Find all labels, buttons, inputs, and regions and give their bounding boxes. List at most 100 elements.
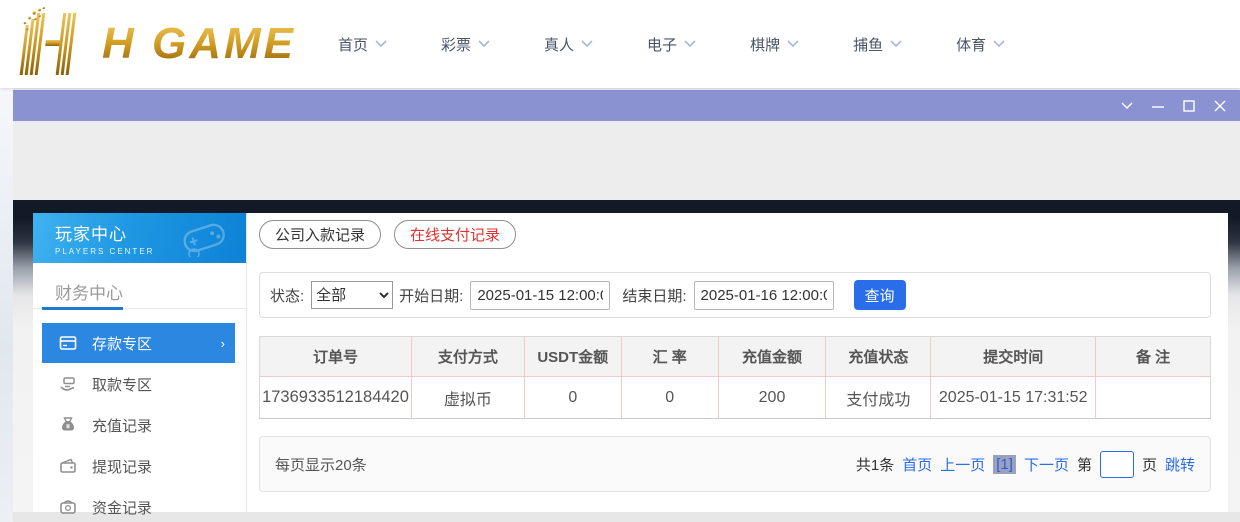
- main-nav: 首页 彩票 真人 电子 棋牌 捕鱼 体育: [338, 0, 1059, 88]
- table-row: 1736933512184420 虚拟币 0 0 200 支付成功 2025-0…: [260, 377, 1211, 419]
- chevron-down-icon: [993, 40, 1005, 48]
- page-left-margin: [0, 88, 13, 522]
- cell-remark: [1096, 377, 1211, 419]
- sidebar-item-recharge-records[interactable]: 充值记录: [42, 405, 235, 445]
- col-recharge-amount: 充值金额: [718, 337, 826, 377]
- nav-label: 首页: [338, 34, 368, 55]
- col-usdt-amount: USDT金额: [524, 337, 621, 377]
- section-underline: [42, 307, 123, 310]
- sidebar-item-deposit[interactable]: 存款专区 ›: [42, 323, 235, 363]
- sidebar-item-label: 存款专区: [92, 333, 152, 354]
- sidebar-section-finance: 财务中心: [33, 263, 246, 309]
- sidebar: 玩家中心 PLAYERS CENTER 财务中心 存款专区 ›: [33, 213, 246, 512]
- tab-label: 公司入款记录: [275, 224, 365, 245]
- tab-online-payment-records[interactable]: 在线支付记录: [394, 220, 516, 249]
- sidebar-item-label: 取款专区: [92, 374, 152, 395]
- minimize-icon[interactable]: [1147, 95, 1169, 117]
- nav-label: 体育: [956, 34, 986, 55]
- tab-company-deposit-records[interactable]: 公司入款记录: [259, 220, 381, 249]
- funds-purse-icon: [59, 498, 77, 516]
- chevron-right-icon: ›: [221, 336, 225, 351]
- logo-bars-icon: [14, 7, 98, 82]
- nav-item-fishing[interactable]: 捕鱼: [853, 34, 902, 55]
- recharge-bag-icon: [59, 416, 77, 434]
- jump-suffix-label: 页: [1142, 454, 1157, 475]
- sidebar-item-withdraw[interactable]: 取款专区: [42, 364, 235, 404]
- sidebar-section-label: 财务中心: [55, 284, 123, 303]
- status-label: 状态:: [270, 285, 304, 306]
- col-order-number: 订单号: [260, 337, 412, 377]
- col-remark: 备 注: [1096, 337, 1211, 377]
- content-panel: 公司入款记录 在线支付记录 状态: 全部 开始日期: 结束日期: 查询 订单号 …: [246, 213, 1228, 512]
- current-page-indicator: [1]: [993, 455, 1016, 474]
- pagination-controls: 共1条 首页 上一页 [1] 下一页 第 页 跳转: [848, 451, 1195, 478]
- start-date-label: 开始日期:: [399, 285, 463, 306]
- first-page-link[interactable]: 首页: [902, 454, 932, 475]
- close-icon[interactable]: [1209, 95, 1231, 117]
- page-size-text: 每页显示20条: [275, 454, 367, 475]
- record-tabs: 公司入款记录 在线支付记录: [259, 220, 529, 249]
- end-date-input[interactable]: [694, 281, 834, 310]
- sidebar-header: 玩家中心 PLAYERS CENTER: [33, 213, 246, 263]
- site-header: H GAME 首页 彩票 真人 电子 棋牌 捕鱼 体育: [0, 0, 1240, 88]
- col-payment-method: 支付方式: [411, 337, 524, 377]
- cell-submit-time: 2025-01-15 17:31:52: [931, 377, 1096, 419]
- logo: H GAME: [14, 8, 296, 80]
- jump-button[interactable]: 跳转: [1165, 454, 1195, 475]
- nav-label: 真人: [544, 34, 574, 55]
- col-recharge-status: 充值状态: [826, 337, 931, 377]
- window-titlebar: [13, 90, 1240, 121]
- chevron-down-icon: [581, 40, 593, 48]
- pagination-bar: 每页显示20条 共1条 首页 上一页 [1] 下一页 第 页 跳转: [259, 436, 1211, 492]
- withdraw-hand-icon: [59, 375, 77, 393]
- col-submit-time: 提交时间: [931, 337, 1096, 377]
- jump-prefix-label: 第: [1077, 454, 1092, 475]
- sidebar-item-label: 提现记录: [92, 456, 152, 477]
- nav-item-slots[interactable]: 电子: [647, 34, 696, 55]
- records-table: 订单号 支付方式 USDT金额 汇 率 充值金额 充值状态 提交时间 备 注 1…: [259, 336, 1211, 419]
- deposit-card-icon: [59, 334, 77, 352]
- nav-label: 捕鱼: [853, 34, 883, 55]
- col-exchange-rate: 汇 率: [621, 337, 718, 377]
- cell-recharge-amount: 200: [718, 377, 826, 419]
- nav-label: 彩票: [441, 34, 471, 55]
- nav-label: 电子: [647, 34, 677, 55]
- cell-order-number: 1736933512184420: [260, 377, 412, 419]
- nav-label: 棋牌: [750, 34, 780, 55]
- cell-recharge-status: 支付成功: [826, 377, 931, 419]
- prev-page-link[interactable]: 上一页: [940, 454, 985, 475]
- total-count: 共1条: [856, 454, 894, 475]
- sidebar-item-withdrawal-records[interactable]: 提现记录: [42, 446, 235, 486]
- sidebar-item-funds-records[interactable]: 资金记录: [42, 487, 235, 522]
- gamepad-icon: [180, 217, 234, 262]
- nav-item-live[interactable]: 真人: [544, 34, 593, 55]
- chevron-down-icon: [478, 40, 490, 48]
- end-date-label: 结束日期:: [622, 285, 686, 306]
- cell-exchange-rate: 0: [621, 377, 718, 419]
- table-header-row: 订单号 支付方式 USDT金额 汇 率 充值金额 充值状态 提交时间 备 注: [260, 337, 1211, 377]
- status-select[interactable]: 全部: [311, 281, 393, 309]
- cell-payment-method: 虚拟币: [411, 377, 524, 419]
- tab-label: 在线支付记录: [410, 224, 500, 245]
- logo-text: H GAME: [102, 19, 296, 69]
- titlebar-chevron-down-icon[interactable]: [1116, 95, 1138, 117]
- jump-page-input[interactable]: [1100, 451, 1134, 478]
- chevron-down-icon: [684, 40, 696, 48]
- withdraw-wallet-icon: [59, 457, 77, 475]
- chevron-down-icon: [375, 40, 387, 48]
- sidebar-menu: 存款专区 › 取款专区 充值记录 提现记录 资金记录: [33, 309, 246, 522]
- nav-item-cards[interactable]: 棋牌: [750, 34, 799, 55]
- sidebar-item-label: 资金记录: [92, 497, 152, 518]
- chevron-down-icon: [787, 40, 799, 48]
- filter-bar: 状态: 全部 开始日期: 结束日期: 查询: [259, 272, 1211, 318]
- sidebar-item-label: 充值记录: [92, 415, 152, 436]
- maximize-icon[interactable]: [1178, 95, 1200, 117]
- nav-item-sports[interactable]: 体育: [956, 34, 1005, 55]
- cell-usdt-amount: 0: [524, 377, 621, 419]
- query-button[interactable]: 查询: [854, 280, 906, 310]
- start-date-input[interactable]: [470, 281, 610, 310]
- next-page-link[interactable]: 下一页: [1024, 454, 1069, 475]
- chevron-down-icon: [890, 40, 902, 48]
- nav-item-lottery[interactable]: 彩票: [441, 34, 490, 55]
- nav-item-home[interactable]: 首页: [338, 34, 387, 55]
